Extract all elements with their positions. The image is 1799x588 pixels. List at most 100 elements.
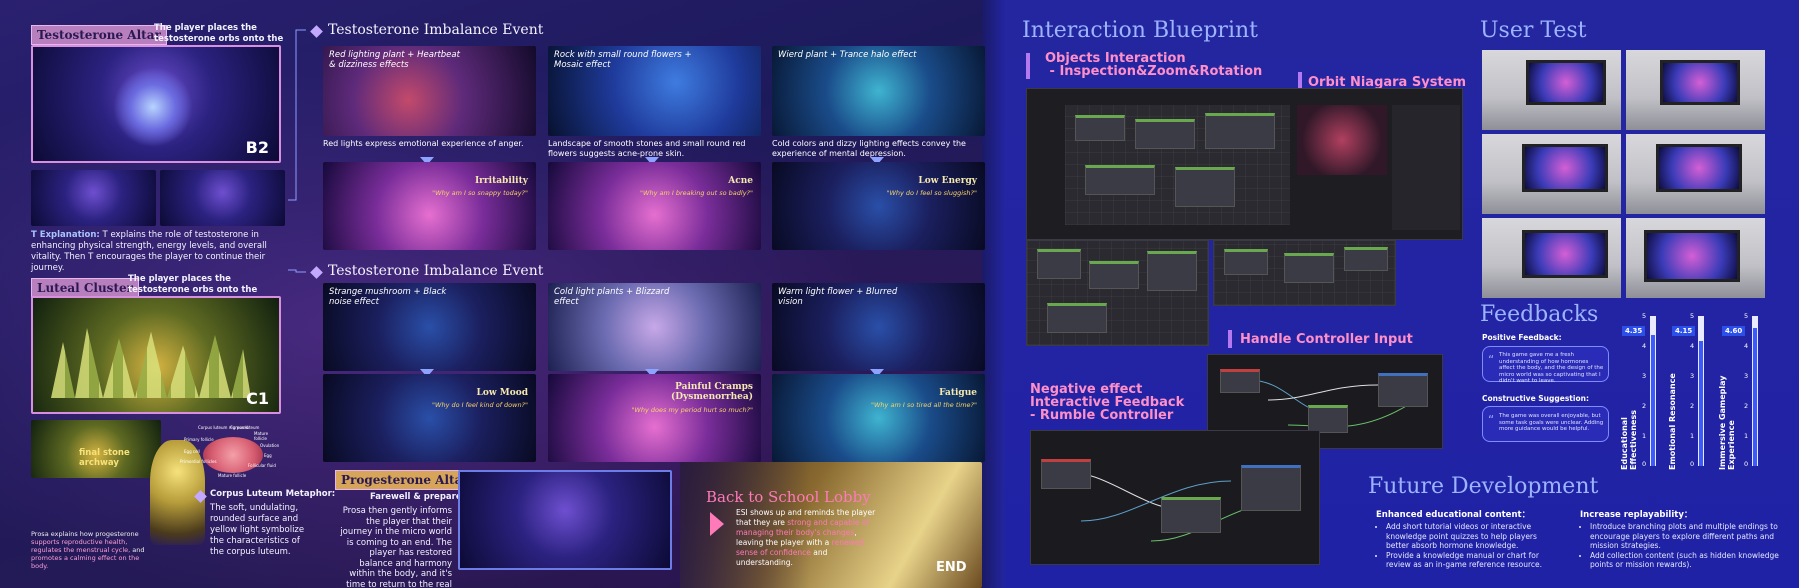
event1-scene-2: Rock with small round flowers + Mosaic e… xyxy=(548,46,761,136)
rating-fill xyxy=(1699,341,1703,466)
event1-trigger-2: Rock with small round flowers + Mosaic e… xyxy=(554,50,692,70)
cramps-sub: "Why does my period hurt so much?" xyxy=(631,406,753,414)
rating-value: 4.15 xyxy=(1672,326,1696,336)
user-test-photo-4 xyxy=(1626,134,1765,214)
scale-tick: 5 xyxy=(1690,312,1695,320)
list-item: Add short tutorial videos or interactive… xyxy=(1386,522,1556,551)
low-mood-title: Low Mood xyxy=(476,388,528,398)
quote-icon: “ xyxy=(1488,413,1495,427)
prosa-note-c: and xyxy=(130,546,145,554)
connector-lines xyxy=(288,29,306,273)
ovary-label: Ovulation xyxy=(260,443,280,448)
rating-fill xyxy=(1753,328,1757,466)
progesterone-altar-label: Progesterone Altar xyxy=(335,470,475,490)
prosa-note-a: Prosa explains how progesterone xyxy=(31,530,139,538)
positive-feedback-label: Positive Feedback: xyxy=(1482,333,1562,342)
event1-scene-3: Wierd plant + Trance halo effect xyxy=(772,46,985,136)
future-a-title: Enhanced educational content： xyxy=(1376,510,1531,520)
tv-screen xyxy=(1656,144,1742,192)
end-label: END xyxy=(936,560,967,575)
blueprint-node xyxy=(1175,167,1235,207)
blueprint-screenshot-2 xyxy=(1026,240,1209,346)
blueprint-node xyxy=(1041,459,1091,489)
viewport-preview xyxy=(1297,105,1387,175)
event2-scene-1: Strange mushroom + Black noise effect xyxy=(323,283,536,371)
scale-tick: 3 xyxy=(1642,372,1647,380)
scale-tick: 4 xyxy=(1744,342,1749,350)
low-energy-sub: "Why do I feel so sluggish?" xyxy=(886,189,977,197)
ovary-label: Primordial follicles xyxy=(180,459,217,464)
future-b-list: Introduce branching plots and multiple e… xyxy=(1590,522,1785,570)
event2-scene-2: Cold light plants + Blizzard effect xyxy=(548,283,761,371)
luteal-cluster-image: C1 xyxy=(31,296,281,414)
event2-result-3: Fatigue "Why am I so tired all the time?… xyxy=(772,374,985,462)
event2-trigger-1: Strange mushroom + Black noise effect xyxy=(329,287,447,307)
positive-feedback-text: This game gave me a fresh understanding … xyxy=(1499,352,1604,384)
yellow-leaves-shape xyxy=(51,328,251,398)
rating-label: Educational Effectiveness xyxy=(1620,410,1638,470)
blueprint-screenshot-3 xyxy=(1213,240,1396,306)
scale-tick: 2 xyxy=(1690,402,1695,410)
ovary-label: Egg xyxy=(264,453,272,458)
scale-tick: 4 xyxy=(1690,342,1695,350)
constructive-label: Constructive Suggestion: xyxy=(1482,394,1589,403)
rating-label: Immersive Gameplay Experience xyxy=(1718,375,1736,470)
blueprint-node xyxy=(1161,497,1221,533)
archway-image: final stone archway xyxy=(31,420,161,478)
irritability-title: Irritability xyxy=(474,176,528,186)
user-test-photo-5 xyxy=(1482,218,1621,298)
glow-orb-shape xyxy=(113,67,193,147)
rating-fill xyxy=(1651,335,1655,466)
list-item: Add collection content (such as hidden k… xyxy=(1590,551,1785,570)
feedbacks-title: Feedbacks xyxy=(1480,302,1599,327)
interaction-blueprint-title: Interaction Blueprint xyxy=(1022,18,1258,43)
prosa-note-d: promotes a calming effect on the body. xyxy=(31,554,140,570)
event1-result-2: Acne "Why am I breaking out so badly?" xyxy=(548,162,761,250)
acne-title: Acne xyxy=(728,176,753,186)
testosterone-dialogue-shot-2 xyxy=(160,170,285,226)
tv-screen xyxy=(1522,144,1608,192)
quote-icon: “ xyxy=(1488,353,1495,367)
tv-screen xyxy=(1660,60,1740,105)
accent-bar xyxy=(1026,53,1030,79)
event2-scene-3: Warm light flower + Blurred vision xyxy=(772,283,985,371)
blueprint-node xyxy=(1047,303,1107,333)
scale-tick: 5 xyxy=(1642,312,1647,320)
event1-result-1: Irritability "Why am I so snappy today?" xyxy=(323,162,536,250)
progesterone-altar-image xyxy=(458,470,672,570)
scale-tick: 4 xyxy=(1642,342,1647,350)
progesterone-altar-text: Prosa then gently informs the player tha… xyxy=(340,506,452,588)
page-gutter xyxy=(982,0,1005,588)
negative-effect-title: Negative effect Interactive Feedback - R… xyxy=(1030,382,1185,423)
cramps-title: Painful Cramps (Dysmenorrhea) xyxy=(671,382,753,402)
scale-tick: 2 xyxy=(1642,402,1647,410)
ovary-label: Primary follicle xyxy=(184,437,214,442)
corpus-metaphor-text: The soft, undulating, rounded surface an… xyxy=(210,503,305,557)
fatigue-sub: "Why am I so tired all the time?" xyxy=(871,401,977,409)
details-panel xyxy=(1392,105,1460,230)
archway-label: final stone archway xyxy=(79,448,130,468)
blueprint-node xyxy=(1075,115,1125,141)
blueprint-node xyxy=(1147,251,1197,291)
prosa-progesterone-note: Prosa explains how progesterone supports… xyxy=(31,530,151,570)
future-b-title: Increase replayability： xyxy=(1580,510,1693,520)
event2-trigger-3: Warm light flower + Blurred vision xyxy=(778,287,898,307)
event1-caption-1: Red lights express emotional experience … xyxy=(323,139,524,148)
play-arrow-icon xyxy=(710,512,724,536)
scale-tick: 1 xyxy=(1690,432,1695,440)
accent-bar xyxy=(1228,330,1232,348)
c1-badge: C1 xyxy=(246,389,269,408)
scale-tick: 3 xyxy=(1744,372,1749,380)
blueprint-node xyxy=(1224,249,1268,275)
blueprint-node xyxy=(1308,405,1348,433)
blueprint-node xyxy=(1378,373,1428,407)
ovary-label: Corpus luteum xyxy=(230,425,260,430)
tv-screen xyxy=(1522,230,1608,278)
lobby-title: Back to School Lobby xyxy=(706,488,871,506)
blueprint-node xyxy=(1220,369,1260,393)
acne-sub: "Why am I breaking out so badly?" xyxy=(640,189,753,197)
scale-tick: 5 xyxy=(1744,312,1749,320)
user-test-photo-6 xyxy=(1626,218,1765,298)
scale-tick: 0 xyxy=(1744,460,1749,468)
event1-result-3: Low Energy "Why do I feel so sluggish?" xyxy=(772,162,985,250)
